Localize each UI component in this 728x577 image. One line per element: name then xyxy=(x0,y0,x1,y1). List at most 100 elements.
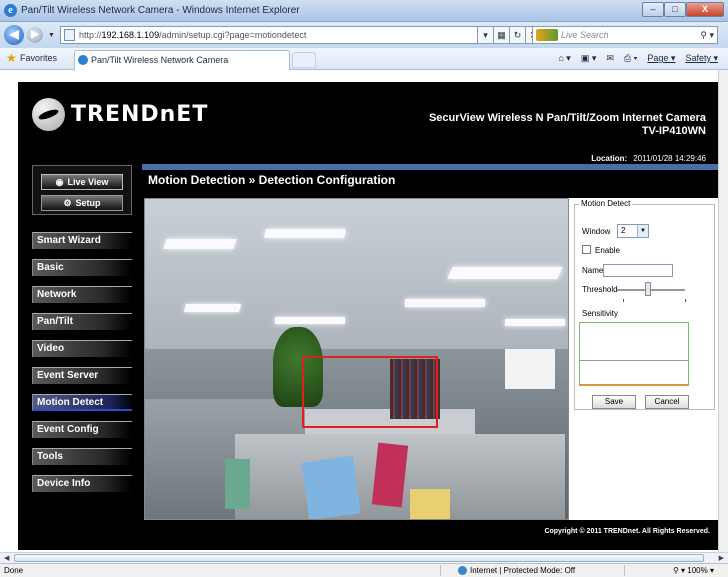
search-input[interactable]: Live Search ⚲ ▾ xyxy=(532,26,718,44)
enable-label: Enable xyxy=(595,246,620,255)
camera-video-feed[interactable] xyxy=(144,198,569,520)
cancel-button[interactable]: Cancel xyxy=(645,395,689,409)
print-icon[interactable]: ⎙ ▾ xyxy=(624,53,637,64)
video-light xyxy=(163,239,237,249)
video-light xyxy=(405,299,485,307)
name-label: Name xyxy=(582,266,604,275)
chevron-down-icon: ▼ xyxy=(637,225,648,237)
url-path: /admin/setup.cgi?page=motiondetect xyxy=(159,30,307,40)
scroll-left-icon[interactable]: ◀ xyxy=(4,554,9,562)
security-zone[interactable]: Internet | Protected Mode: Off xyxy=(458,566,575,575)
video-monitor xyxy=(225,459,250,509)
ie-logo-icon: e xyxy=(4,4,17,17)
home-icon[interactable]: ⌂ ▾ xyxy=(558,53,570,64)
status-separator xyxy=(624,565,625,576)
setup-label: Setup xyxy=(75,198,101,208)
zoom-value: 100% xyxy=(687,566,708,575)
refresh-icon[interactable]: ↻ xyxy=(510,26,526,44)
horizontal-scrollbar[interactable]: ◀ ▶ xyxy=(0,552,728,563)
threshold-label: Threshold xyxy=(582,285,618,294)
history-dropdown-icon[interactable]: ▼ xyxy=(48,32,55,39)
motion-detect-fieldset: Motion Detect Window 2 ▼ Enable Name Thr… xyxy=(574,199,715,410)
page-menu[interactable]: Page ▾ xyxy=(647,53,675,64)
detection-window-box[interactable] xyxy=(302,356,438,428)
search-icon[interactable]: ⚲ ▾ xyxy=(700,27,714,43)
trendnet-logo-mark xyxy=(32,97,65,131)
copyright-text: Copyright © 2011 TRENDnet. All Rights Re… xyxy=(544,528,710,535)
window-select-value: 2 xyxy=(621,226,626,235)
sidebar-item-event-server[interactable]: Event Server xyxy=(32,367,132,384)
video-light xyxy=(264,229,346,238)
product-model: TV-IP410WN xyxy=(641,125,706,137)
back-button[interactable]: ◀ xyxy=(4,25,24,45)
sidebar-item-event-config[interactable]: Event Config xyxy=(32,421,132,438)
slider-tick xyxy=(685,299,686,302)
tab-ie-icon xyxy=(78,55,88,65)
motion-detect-legend: Motion Detect xyxy=(579,199,633,208)
window-titlebar: e Pan/Tilt Wireless Network Camera - Win… xyxy=(0,0,728,22)
favorites-label: Favorites xyxy=(20,53,58,63)
video-desk-items xyxy=(410,489,450,519)
page-icon xyxy=(64,29,75,41)
forward-button[interactable]: ▶ xyxy=(27,27,43,43)
star-icon: ★ xyxy=(6,51,17,65)
live-view-button[interactable]: ◉ Live View xyxy=(41,174,123,190)
mail-icon[interactable]: ✉ xyxy=(606,53,614,64)
slider-tick xyxy=(623,299,624,302)
sidebar-item-pan-tilt[interactable]: Pan/Tilt xyxy=(32,313,132,330)
address-input[interactable]: http://192.168.1.109/admin/setup.cgi?pag… xyxy=(60,26,478,44)
live-search-logo xyxy=(536,29,558,41)
window-label: Window xyxy=(582,227,611,236)
location-label: Location: xyxy=(591,154,628,163)
video-light xyxy=(275,317,345,324)
favorites-button[interactable]: ★ Favorites xyxy=(6,51,58,65)
browser-tab[interactable]: Pan/Tilt Wireless Network Camera xyxy=(74,50,290,70)
feeds-icon[interactable]: ▣ ▾ xyxy=(581,53,597,64)
status-bar: Done Internet | Protected Mode: Off ⚲ ▾ … xyxy=(0,563,728,577)
compatibility-icon[interactable]: ▦ xyxy=(494,26,510,44)
name-input[interactable] xyxy=(603,264,673,277)
motion-detect-panel: Motion Detect Window 2 ▼ Enable Name Thr… xyxy=(569,198,720,520)
safety-menu[interactable]: Safety ▾ xyxy=(685,53,718,64)
window-controls: – □ X xyxy=(642,2,724,18)
sidebar-item-basic[interactable]: Basic xyxy=(32,259,132,276)
address-dropdown-icon[interactable]: ▾ xyxy=(478,26,494,44)
sidebar-item-device-info[interactable]: Device Info xyxy=(32,475,132,492)
sidebar-item-motion-detect[interactable]: Motion Detect xyxy=(32,394,132,411)
product-name: SecurView Wireless N Pan/Tilt/Zoom Inter… xyxy=(428,112,706,124)
sidebar-item-tools[interactable]: Tools xyxy=(32,448,132,465)
sidebar-item-network[interactable]: Network xyxy=(32,286,132,303)
globe-icon xyxy=(458,566,467,575)
maximize-button[interactable]: □ xyxy=(664,2,686,17)
tab-title: Pan/Tilt Wireless Network Camera xyxy=(91,55,229,65)
scrollbar-thumb[interactable] xyxy=(14,554,704,562)
setup-button[interactable]: ⚙ Setup xyxy=(41,195,123,211)
close-button[interactable]: X xyxy=(686,2,724,17)
zoom-control[interactable]: ⚲ ▾ 100% ▾ xyxy=(673,566,714,575)
enable-checkbox[interactable] xyxy=(582,245,591,254)
status-text: Done xyxy=(4,566,24,575)
url-host: 192.168.1.109 xyxy=(101,30,160,40)
pane-title: Motion Detection » Detection Configurati… xyxy=(148,173,396,187)
live-view-label: Live View xyxy=(67,177,109,187)
threshold-slider-track[interactable] xyxy=(617,289,685,291)
window-select[interactable]: 2 ▼ xyxy=(617,224,649,238)
minimize-button[interactable]: – xyxy=(642,2,664,17)
sensitivity-bar xyxy=(579,384,689,386)
threshold-slider-thumb[interactable] xyxy=(645,282,651,296)
sidebar-item-smart-wizard[interactable]: Smart Wizard xyxy=(32,232,132,249)
sensitivity-graph xyxy=(579,322,689,386)
search-placeholder: Live Search xyxy=(561,30,609,40)
view-mode-box: ◉ Live View ⚙ Setup xyxy=(32,165,132,215)
scroll-right-icon[interactable]: ▶ xyxy=(719,554,724,562)
product-title: SecurView Wireless N Pan/Tilt/Zoom Inter… xyxy=(429,112,706,138)
new-tab-button[interactable] xyxy=(292,52,316,68)
address-toolbar: ◀ ▶ ▼ http://192.168.1.109/admin/setup.c… xyxy=(0,22,728,48)
video-light xyxy=(447,267,563,279)
location-time: 2011/01/28 14:29:46 xyxy=(633,154,706,163)
save-button[interactable]: Save xyxy=(592,395,636,409)
sidebar-item-video[interactable]: Video xyxy=(32,340,132,357)
sensitivity-label: Sensitivity xyxy=(582,309,619,318)
vertical-scrollbar[interactable] xyxy=(718,70,728,552)
eye-icon: ◉ xyxy=(55,177,64,187)
